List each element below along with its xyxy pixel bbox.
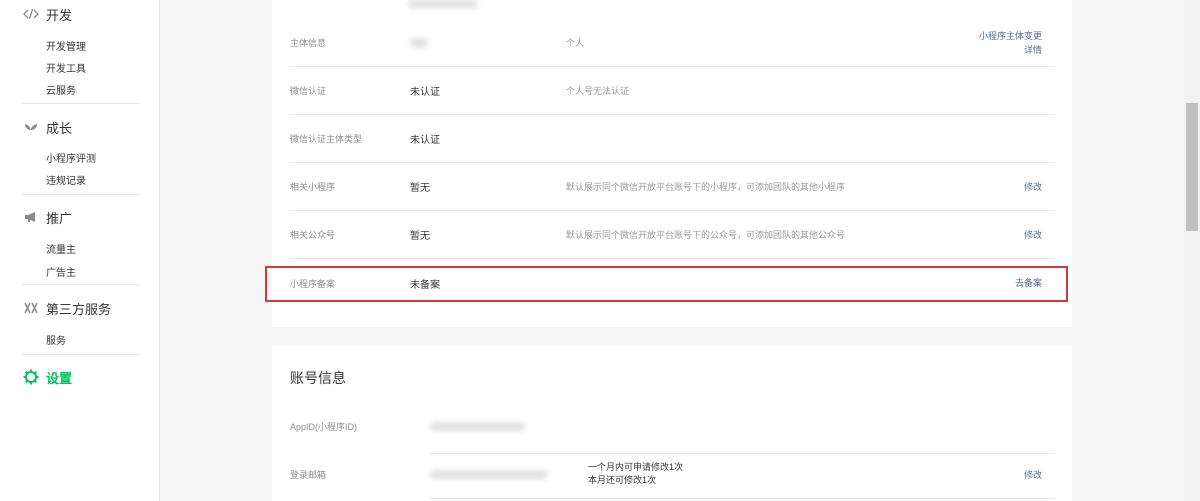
sidebar-divider — [22, 354, 140, 355]
sidebar-item-service[interactable]: 服务 — [46, 332, 66, 347]
account-info-card: 账号信息 AppID(小程序ID) 登录邮箱 一个月内可申请修改1次 本月还可修… — [272, 346, 1072, 501]
appid-value — [430, 402, 525, 450]
scrollbar-thumb[interactable] — [1186, 103, 1198, 231]
basic-info-card: 主体信息 个人 小程序主体变更 详情 微信认证 未认证 个人号无法认证 微信认证… — [272, 0, 1072, 327]
redacted-value — [430, 421, 525, 431]
row-value: 暂无 — [410, 231, 430, 242]
sprout-icon — [22, 118, 40, 136]
info-row-related-miniprogram: 相关小程序 暂无 默认展示同个微信开放平台账号下的小程序，可添加团队的其他小程序… — [290, 163, 1054, 211]
modify-email-link[interactable]: 修改 — [1024, 450, 1042, 498]
redacted-value — [410, 37, 428, 48]
gear-icon — [22, 368, 40, 386]
sidebar-divider — [22, 103, 140, 104]
account-row-appid: AppID(小程序ID) — [290, 402, 1054, 450]
nav-group-growth-head[interactable]: 成长 — [22, 115, 72, 139]
row-label: 微信认证主体类型 — [290, 134, 363, 144]
sidebar: 开发 开发管理 开发工具 云服务 成长 小程序评测 违规记录 推广 流量主 广告… — [0, 0, 160, 501]
appid-label: AppID(小程序ID) — [290, 421, 358, 432]
nav-group-develop-head[interactable]: 开发 — [22, 2, 72, 26]
row-action: 去备案 — [1015, 259, 1042, 307]
row-action: 修改 — [1024, 211, 1042, 258]
row-value: 未认证 — [410, 87, 440, 98]
email-note-monthly-limit: 一个月内可申请修改1次 — [588, 462, 684, 472]
modify-related-miniprogram-link[interactable]: 修改 — [1024, 180, 1042, 194]
info-row-related-official-account: 相关公众号 暂无 默认展示同个微信开放平台账号下的公众号，可添加团队的其他公众号… — [290, 211, 1054, 259]
sidebar-item-evaluation[interactable]: 小程序评测 — [46, 150, 96, 165]
go-filing-link[interactable]: 去备案 — [1015, 276, 1042, 290]
row-label: 相关公众号 — [290, 230, 336, 240]
nav-group-third-party-head[interactable]: 第三方服务 — [22, 296, 111, 320]
row-desc: 个人号无法认证 — [566, 86, 630, 96]
row-value — [410, 19, 428, 66]
account-row-email: 登录邮箱 一个月内可申请修改1次 本月还可修改1次 修改 — [290, 450, 1054, 498]
email-label: 登录邮箱 — [290, 469, 327, 480]
email-note-remaining: 本月还可修改1次 — [588, 475, 657, 485]
sidebar-item-traffic-owner[interactable]: 流量主 — [46, 241, 76, 256]
nav-group-title: 推广 — [46, 210, 73, 226]
code-icon — [22, 5, 40, 23]
row-label: 相关小程序 — [290, 182, 336, 192]
info-row-auth-subject-type: 微信认证主体类型 未认证 — [290, 115, 1054, 163]
row-label: 小程序备案 — [290, 278, 336, 289]
row-desc: 默认展示同个微信开放平台账号下的小程序，可添加团队的其他小程序 — [566, 182, 846, 192]
sidebar-item-settings[interactable]: 设置 — [22, 365, 72, 389]
nav-group-title: 开发 — [46, 7, 73, 23]
row-desc: 个人 — [566, 38, 585, 48]
row-desc: 默认展示同个微信开放平台账号下的公众号，可添加团队的其他公众号 — [566, 230, 846, 240]
row-action: 修改 — [1024, 163, 1042, 210]
megaphone-icon — [22, 208, 40, 226]
sidebar-divider — [22, 284, 140, 285]
details-link[interactable]: 详情 — [1024, 43, 1042, 57]
row-label: 微信认证 — [290, 86, 327, 96]
row-value: 暂无 — [410, 183, 430, 194]
info-row-wechat-auth: 微信认证 未认证 个人号无法认证 — [290, 67, 1054, 115]
row-value: 未备案 — [410, 279, 440, 291]
third-party-icon — [22, 299, 40, 317]
account-info-title: 账号信息 — [290, 370, 346, 386]
row-value: 未认证 — [410, 135, 440, 146]
sidebar-item-cloud-service[interactable]: 云服务 — [46, 82, 76, 97]
row-action: 小程序主体变更 详情 — [979, 19, 1042, 66]
redacted-value — [408, 0, 478, 8]
nav-group-promotion-head[interactable]: 推广 — [22, 205, 72, 229]
nav-group-title: 成长 — [46, 120, 73, 136]
email-value — [430, 450, 548, 498]
email-notes: 一个月内可申请修改1次 本月还可修改1次 — [588, 450, 683, 498]
row-divider — [430, 498, 1054, 499]
scrollbar-track[interactable] — [1184, 0, 1200, 501]
sidebar-divider — [22, 194, 140, 195]
info-row-subject: 主体信息 个人 小程序主体变更 详情 — [290, 19, 1054, 67]
change-subject-link[interactable]: 小程序主体变更 — [979, 29, 1042, 43]
info-row-filing: 小程序备案 未备案 去备案 — [290, 259, 1054, 307]
nav-group-title: 设置 — [46, 370, 73, 386]
redacted-value — [430, 469, 548, 479]
sidebar-item-violations[interactable]: 违规记录 — [46, 172, 86, 187]
nav-group-title: 第三方服务 — [46, 301, 112, 317]
sidebar-item-advertiser[interactable]: 广告主 — [46, 264, 76, 279]
sidebar-item-dev-manage[interactable]: 开发管理 — [46, 38, 86, 53]
modify-related-official-account-link[interactable]: 修改 — [1024, 228, 1042, 242]
sidebar-item-dev-tools[interactable]: 开发工具 — [46, 60, 86, 75]
row-label: 主体信息 — [290, 38, 327, 48]
